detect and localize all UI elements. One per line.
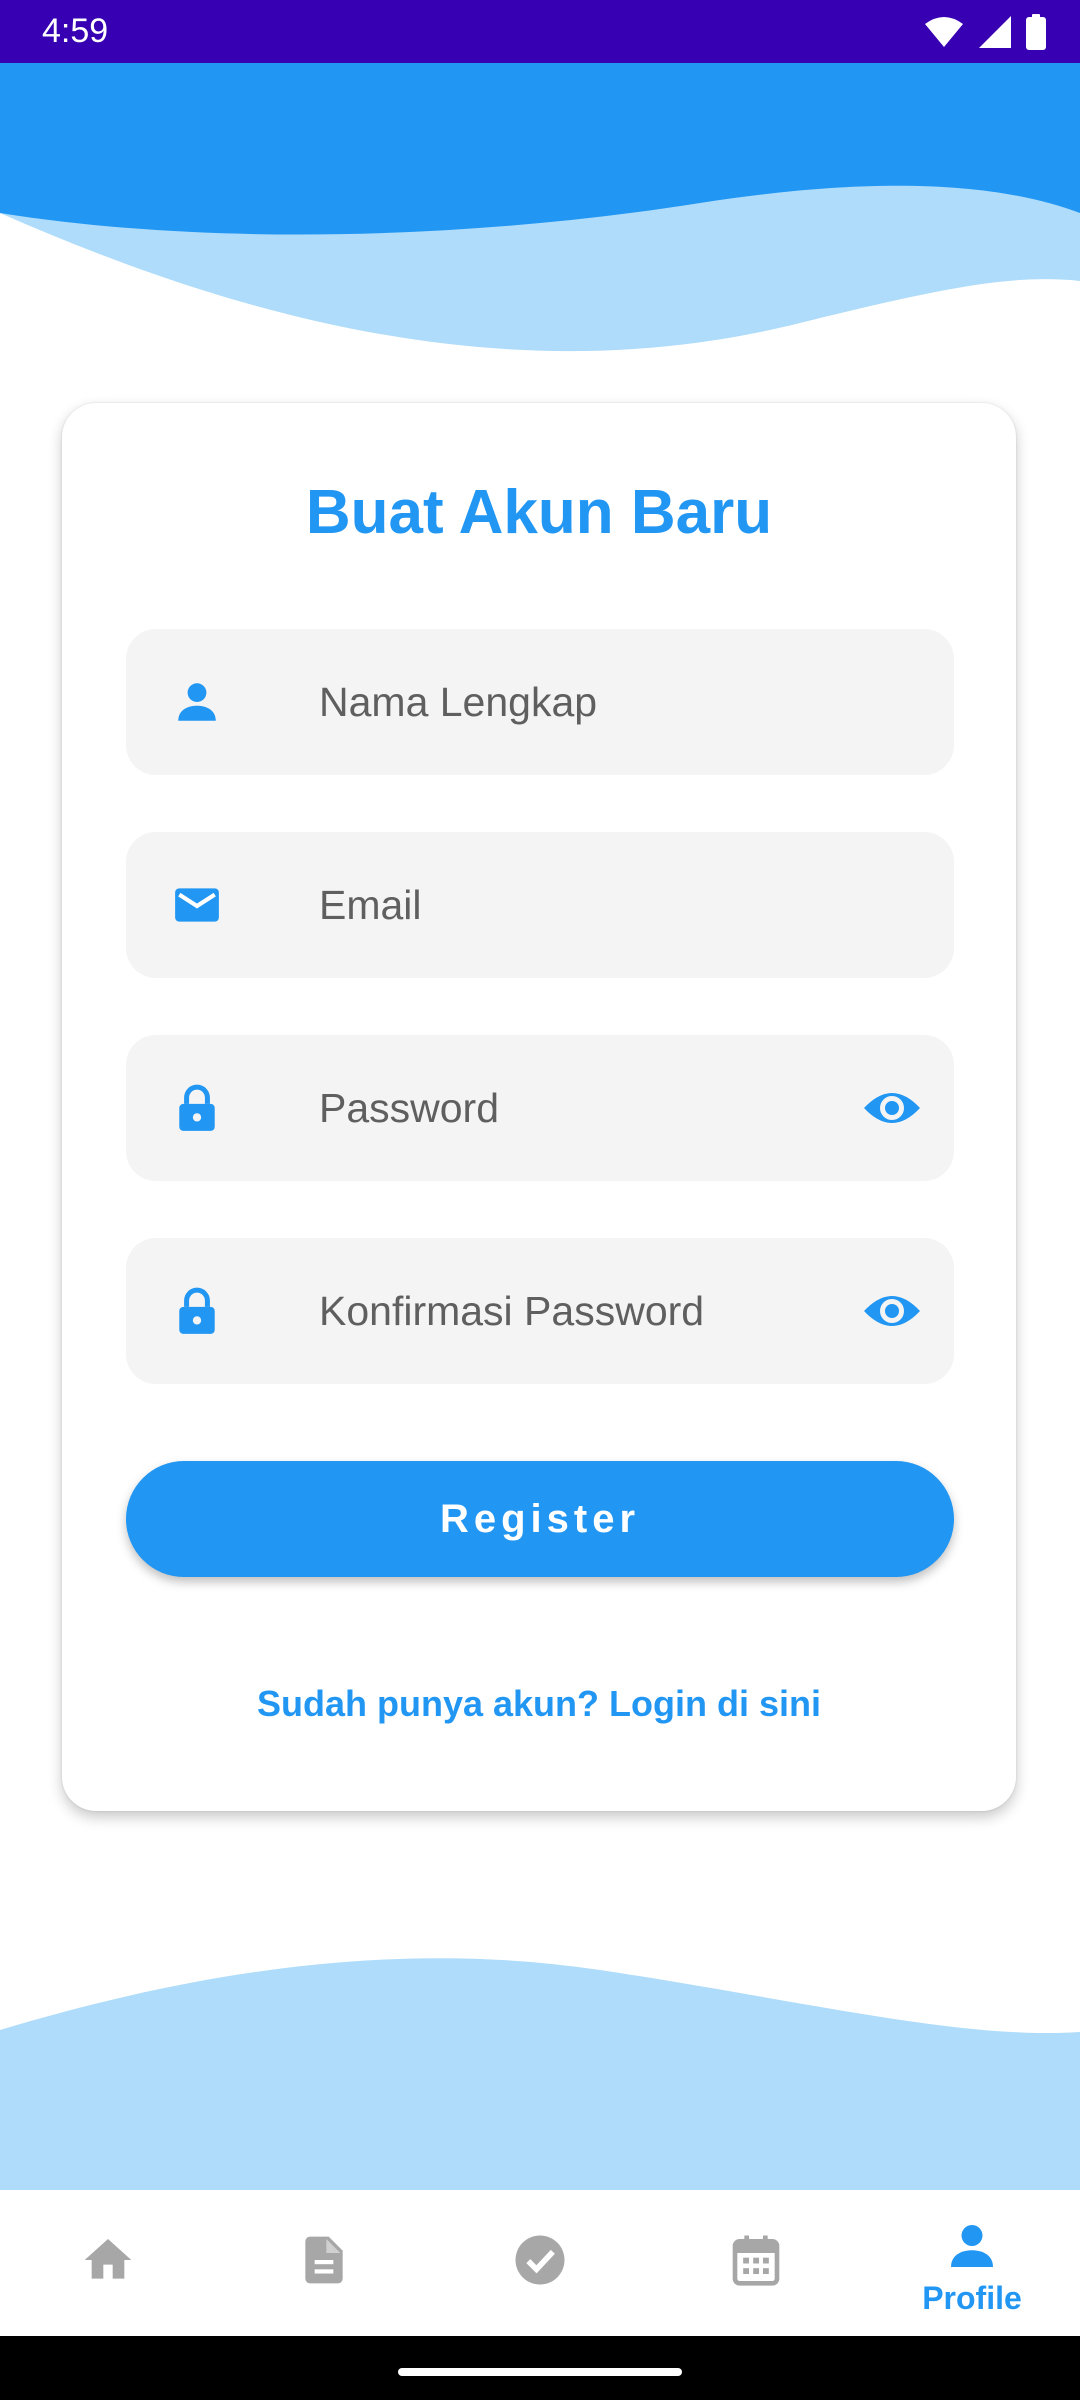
calendar-icon xyxy=(732,2235,780,2286)
battery-icon xyxy=(1026,14,1046,50)
wifi-icon xyxy=(925,17,963,47)
status-time: 4:59 xyxy=(42,12,109,50)
lock-icon xyxy=(179,1287,215,1334)
home-icon xyxy=(84,2239,132,2279)
signal-icon xyxy=(979,16,1011,48)
register-card: Buat Akun Baru Nama Lengkap Email Passwo… xyxy=(62,403,1016,1811)
lock-icon xyxy=(179,1084,215,1131)
document-icon xyxy=(305,2236,343,2284)
confirm-password-placeholder: Konfirmasi Password xyxy=(319,1288,705,1334)
check-circle-icon xyxy=(515,2235,565,2285)
email-field[interactable]: Email xyxy=(126,832,954,978)
mail-icon xyxy=(175,888,219,922)
password-placeholder: Password xyxy=(319,1085,500,1131)
system-navigation-bar xyxy=(0,2336,1080,2400)
confirm-password-field[interactable]: Konfirmasi Password xyxy=(126,1238,954,1384)
person-icon xyxy=(178,683,216,721)
nav-item-calendar[interactable] xyxy=(648,2190,864,2336)
page-title: Buat Akun Baru xyxy=(305,478,773,547)
visibility-icon[interactable] xyxy=(862,1288,922,1334)
gesture-handle[interactable] xyxy=(398,2368,682,2376)
full-name-placeholder: Nama Lengkap xyxy=(319,679,598,725)
nav-item-profile[interactable]: Profile xyxy=(864,2190,1080,2336)
status-bar: 4:59 xyxy=(0,0,1080,63)
login-link[interactable]: Sudah punya akun? Login di sini xyxy=(62,1679,1016,1729)
password-field[interactable]: Password xyxy=(126,1035,954,1181)
email-placeholder: Email xyxy=(319,882,422,928)
nav-item-documents[interactable] xyxy=(216,2190,432,2336)
bottom-wave-decoration xyxy=(0,1958,1080,2190)
register-button[interactable]: Register xyxy=(126,1461,954,1577)
bottom-navigation: Profile xyxy=(0,2190,1080,2336)
full-name-field[interactable]: Nama Lengkap xyxy=(126,629,954,775)
status-icons xyxy=(924,12,1046,52)
visibility-icon[interactable] xyxy=(862,1085,922,1131)
top-wave-decoration xyxy=(0,63,1080,352)
nav-label-profile: Profile xyxy=(922,2280,1022,2316)
nav-item-home[interactable] xyxy=(0,2190,216,2336)
person-icon xyxy=(951,2225,993,2267)
nav-item-tasks[interactable] xyxy=(432,2190,648,2336)
